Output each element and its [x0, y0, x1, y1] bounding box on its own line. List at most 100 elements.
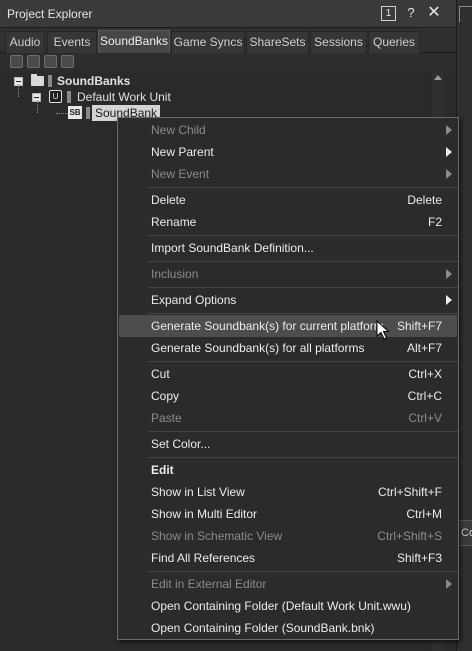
- menu-item-label: Edit: [151, 463, 174, 477]
- menu-item-label: Copy: [151, 389, 180, 403]
- explorer-toolbar: [0, 53, 456, 71]
- menu-item-copy[interactable]: Copy Ctrl+C: [119, 385, 457, 407]
- menu-item-label: New Child: [151, 123, 206, 137]
- menu-item-label: Inclusion: [151, 267, 199, 281]
- menu-item-import-soundbank-definition[interactable]: Import SoundBank Definition...: [119, 237, 457, 259]
- menu-item-label: Delete: [151, 193, 186, 207]
- menu-item-shortcut: Ctrl+Shift+F: [377, 485, 442, 499]
- color-bar: [86, 107, 90, 119]
- help-icon[interactable]: ?: [403, 5, 419, 21]
- menu-item-shortcut: Delete: [407, 193, 442, 207]
- menu-item-new-child[interactable]: New Child: [119, 119, 457, 141]
- menu-separator: [148, 235, 458, 236]
- menu-item-label: Show in Schematic View: [151, 529, 283, 543]
- menu-item-paste[interactable]: Paste Ctrl+V: [119, 407, 457, 429]
- folder-icon: [31, 74, 44, 86]
- menu-item-label: Edit in External Editor: [151, 577, 267, 591]
- menu-item-shortcut: Shift+F7: [396, 319, 442, 333]
- submenu-arrow-icon: [446, 125, 452, 135]
- menu-item-show-in-list-view[interactable]: Show in List View Ctrl+Shift+F: [119, 481, 457, 503]
- tree-row-root[interactable]: SoundBanks: [0, 73, 300, 89]
- explorer-tabs: Audio Events SoundBanks Game Syncs Share…: [0, 28, 456, 53]
- submenu-arrow-icon: [446, 269, 452, 279]
- menu-item-label: Open Containing Folder (SoundBank.bnk): [151, 621, 375, 635]
- menu-item-label: New Event: [151, 167, 210, 181]
- tab-sessions[interactable]: Sessions: [310, 31, 367, 53]
- menu-item-shortcut: Ctrl+Shift+S: [377, 529, 442, 543]
- new-folder-icon[interactable]: [27, 55, 40, 68]
- menu-item-label: Cut: [151, 367, 170, 381]
- menu-item-label: New Parent: [151, 145, 214, 159]
- work-unit-icon: U: [49, 90, 62, 103]
- menu-item-shortcut: Ctrl+X: [408, 367, 442, 381]
- submenu-arrow-icon: [446, 579, 452, 589]
- submenu-arrow-icon: [446, 295, 452, 305]
- tab-game-syncs[interactable]: Game Syncs: [171, 31, 245, 53]
- context-menu: New Child New Parent New Event Delete De…: [117, 117, 459, 640]
- menu-item-label: Open Containing Folder (Default Work Uni…: [151, 599, 411, 613]
- menu-item-delete[interactable]: Delete Delete: [119, 189, 457, 211]
- menu-item-shortcut: Ctrl+V: [408, 411, 442, 425]
- tree-row-work-unit[interactable]: U Default Work Unit: [0, 89, 300, 105]
- new-soundbank-icon[interactable]: [61, 55, 74, 68]
- menu-item-shortcut: Ctrl+C: [407, 389, 442, 403]
- panel-title: Project Explorer: [7, 7, 93, 21]
- menu-item-label: Generate Soundbank(s) for all platforms: [151, 341, 365, 355]
- soundbank-icon: SB: [68, 106, 82, 119]
- tab-events[interactable]: Events: [47, 31, 97, 53]
- menu-item-shortcut: Shift+F3: [396, 551, 442, 565]
- menu-separator: [148, 431, 458, 432]
- tree-label-root: SoundBanks: [57, 74, 131, 88]
- menu-separator: [148, 313, 458, 314]
- menu-item-shortcut: F2: [427, 215, 442, 229]
- new-virtual-folder-icon[interactable]: [44, 55, 57, 68]
- submenu-arrow-icon: [446, 147, 452, 157]
- menu-separator: [148, 361, 458, 362]
- menu-item-label: Find All References: [151, 551, 256, 565]
- tab-queries[interactable]: Queries: [368, 31, 420, 53]
- menu-separator: [148, 287, 458, 288]
- menu-item-edit[interactable]: Edit: [119, 459, 457, 481]
- color-bar: [67, 91, 71, 103]
- tab-soundbanks[interactable]: SoundBanks: [98, 30, 170, 53]
- submenu-arrow-icon: [446, 169, 452, 179]
- layout-count-badge[interactable]: 1: [381, 6, 396, 21]
- panel-titlebar: Project Explorer 1 ? ✕: [0, 0, 456, 28]
- menu-item-inclusion[interactable]: Inclusion: [119, 263, 457, 285]
- adjacent-panel-field[interactable]: Co: [458, 520, 472, 546]
- menu-item-label: Rename: [151, 215, 197, 229]
- menu-item-label: Generate Soundbank(s) for current platfo…: [151, 319, 384, 333]
- tree-label-work-unit: Default Work Unit: [77, 90, 171, 104]
- menu-separator: [148, 571, 458, 572]
- menu-item-cut[interactable]: Cut Ctrl+X: [119, 363, 457, 385]
- new-work-unit-icon[interactable]: [10, 55, 23, 68]
- menu-item-label: Paste: [151, 411, 182, 425]
- menu-item-set-color[interactable]: Set Color...: [119, 433, 457, 455]
- menu-item-show-in-multi-editor[interactable]: Show in Multi Editor Ctrl+M: [119, 503, 457, 525]
- color-bar: [48, 75, 52, 87]
- close-icon[interactable]: ✕: [426, 5, 442, 21]
- scroll-up-icon[interactable]: [434, 75, 442, 80]
- mouse-pointer-icon: [376, 320, 390, 340]
- adjacent-panel-corner: [459, 6, 472, 22]
- menu-item-show-in-schematic-view[interactable]: Show in Schematic View Ctrl+Shift+S: [119, 525, 457, 547]
- menu-item-generate-all-platforms[interactable]: Generate Soundbank(s) for all platforms …: [119, 337, 457, 359]
- menu-separator: [148, 457, 458, 458]
- menu-item-new-parent[interactable]: New Parent: [119, 141, 457, 163]
- menu-item-label: Import SoundBank Definition...: [151, 241, 314, 255]
- menu-item-new-event[interactable]: New Event: [119, 163, 457, 185]
- menu-item-expand-options[interactable]: Expand Options: [119, 289, 457, 311]
- menu-item-label: Expand Options: [151, 293, 237, 307]
- menu-item-rename[interactable]: Rename F2: [119, 211, 457, 233]
- menu-item-generate-current-platform[interactable]: Generate Soundbank(s) for current platfo…: [119, 315, 457, 337]
- menu-separator: [148, 187, 458, 188]
- tab-sharesets[interactable]: ShareSets: [246, 31, 309, 53]
- menu-item-open-folder-bnk[interactable]: Open Containing Folder (SoundBank.bnk): [119, 617, 457, 639]
- menu-item-find-all-references[interactable]: Find All References Shift+F3: [119, 547, 457, 569]
- tab-audio[interactable]: Audio: [5, 31, 45, 53]
- menu-item-label: Show in Multi Editor: [151, 507, 258, 521]
- menu-separator: [148, 261, 458, 262]
- menu-item-open-folder-wwu[interactable]: Open Containing Folder (Default Work Uni…: [119, 595, 457, 617]
- menu-item-edit-in-external-editor[interactable]: Edit in External Editor: [119, 573, 457, 595]
- menu-item-shortcut: Ctrl+M: [406, 507, 442, 521]
